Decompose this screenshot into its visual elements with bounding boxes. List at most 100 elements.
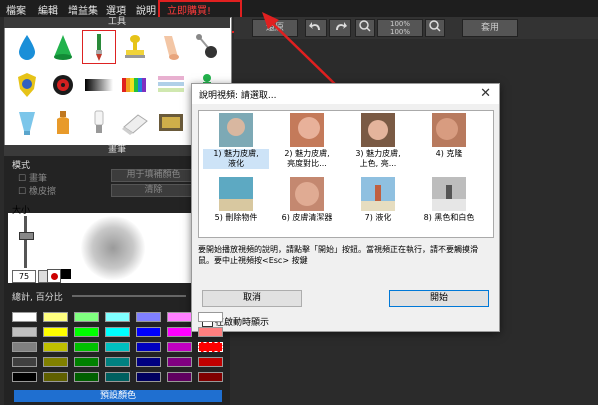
color-swatch[interactable] <box>74 312 99 322</box>
menu-file[interactable]: 檔案 <box>6 2 26 17</box>
zoom-level[interactable]: 100% 100% <box>377 19 423 37</box>
color-swatch[interactable] <box>136 312 161 322</box>
gradient-tool[interactable] <box>82 68 116 102</box>
start-button[interactable]: 開始 <box>389 290 489 307</box>
video-thumbnail <box>432 113 466 147</box>
video-item-6[interactable]: 6) 皮膚清潔器 <box>274 177 340 223</box>
color-swatch[interactable] <box>167 342 192 352</box>
drop-tool[interactable] <box>10 30 44 64</box>
color-swatch[interactable] <box>12 357 37 367</box>
video-label: 4) 克隆 <box>435 149 463 158</box>
eraser-tool[interactable] <box>118 106 152 140</box>
dotted-brush-button[interactable] <box>74 269 85 280</box>
smudge-tool[interactable] <box>154 30 188 64</box>
cup-tool[interactable] <box>10 106 44 140</box>
video-label: 1) 魅力皮膚, 液化 <box>203 149 269 169</box>
color-swatch[interactable] <box>12 327 37 337</box>
eye-icon <box>53 75 73 95</box>
color-swatch[interactable] <box>136 342 161 352</box>
color-swatch[interactable] <box>105 327 130 337</box>
stamp-tool[interactable] <box>118 30 152 64</box>
menu-bar: 檔案 編輯 增益集 選項 說明 <box>0 0 598 17</box>
texture-tool[interactable] <box>154 68 188 102</box>
apply-button[interactable]: 套用 <box>462 19 518 37</box>
cancel-button[interactable]: 取消 <box>202 290 302 307</box>
menu-plugins[interactable]: 增益集 <box>68 2 98 17</box>
undo-button[interactable] <box>305 19 327 37</box>
badge-tool[interactable] <box>10 68 44 102</box>
color-swatch[interactable] <box>74 357 99 367</box>
color-swatch[interactable] <box>12 342 37 352</box>
color-swatch[interactable] <box>12 312 37 322</box>
menu-edit[interactable]: 編輯 <box>38 2 58 17</box>
color-swatch[interactable] <box>43 357 68 367</box>
color-swatch[interactable] <box>105 312 130 322</box>
color-swatch[interactable] <box>105 342 130 352</box>
video-item-1[interactable]: 1) 魅力皮膚, 液化 <box>203 113 269 169</box>
menu-help[interactable]: 說明 <box>136 2 156 17</box>
color-swatch[interactable] <box>43 372 68 382</box>
video-label: 7) 液化 <box>364 213 392 222</box>
paint-option[interactable]: ☐ 畫筆 <box>18 171 47 184</box>
cone-tool[interactable] <box>46 30 80 64</box>
video-item-2[interactable]: 2) 魅力皮膚, 亮度對比... <box>274 113 340 169</box>
size-input[interactable]: 75 <box>12 270 36 283</box>
color-swatch[interactable] <box>74 327 99 337</box>
color-swatch[interactable] <box>198 312 223 322</box>
color-swatch[interactable] <box>198 357 223 367</box>
color-swatch[interactable] <box>167 327 192 337</box>
tv-tool[interactable] <box>154 106 188 140</box>
color-swatch[interactable] <box>43 312 68 322</box>
color-swatch[interactable] <box>198 342 223 352</box>
eraser-option[interactable]: ☐ 橡皮擦 <box>18 184 56 197</box>
color-swatch[interactable] <box>136 357 161 367</box>
zoom-out-button[interactable] <box>355 19 375 37</box>
color-swatch[interactable] <box>167 372 192 382</box>
square-brush-button[interactable] <box>61 269 71 279</box>
color-swatch[interactable] <box>136 327 161 337</box>
color-tool[interactable] <box>118 68 152 102</box>
zoom-in-button[interactable] <box>425 19 445 37</box>
bottle-tool[interactable] <box>46 106 80 140</box>
video-item-4[interactable]: 4) 克隆 <box>416 113 482 159</box>
restore-button[interactable]: 還原 <box>252 19 298 37</box>
bulb-tool[interactable] <box>82 106 116 140</box>
redo-button[interactable] <box>329 19 351 37</box>
red-eye-tool[interactable] <box>46 68 80 102</box>
close-icon[interactable]: ✕ <box>480 86 491 101</box>
color-swatch[interactable] <box>12 372 37 382</box>
video-item-3[interactable]: 3) 魅力皮膚, 上色, 亮... <box>345 113 411 169</box>
color-swatch[interactable] <box>43 327 68 337</box>
color-swatch[interactable] <box>105 357 130 367</box>
color-swatch[interactable] <box>198 372 223 382</box>
color-swatch[interactable] <box>43 342 68 352</box>
eraser-option-label: 橡皮擦 <box>28 187 56 197</box>
color-swatch[interactable] <box>136 372 161 382</box>
video-item-5[interactable]: 5) 刪除物件 <box>203 177 269 223</box>
brush-tool[interactable] <box>82 30 116 64</box>
video-item-8[interactable]: 8) 黑色和白色 <box>416 177 482 223</box>
clear-button[interactable]: 清除 <box>111 184 196 197</box>
video-thumbnail <box>361 177 395 211</box>
color-swatch[interactable] <box>167 357 192 367</box>
menu-options[interactable]: 選項 <box>106 2 126 17</box>
color-swatch[interactable] <box>105 372 130 382</box>
opacity-label: 總計, 百分比 <box>12 293 63 303</box>
video-item-7[interactable]: 7) 液化 <box>345 177 411 223</box>
round-brush-button[interactable] <box>47 269 61 283</box>
size-slider-track[interactable] <box>24 216 27 268</box>
color-swatch[interactable] <box>198 327 223 337</box>
magnifier-icon <box>429 20 441 32</box>
pin-tool[interactable] <box>190 30 224 64</box>
color-swatch[interactable] <box>167 312 192 322</box>
magnifier-icon <box>359 20 371 32</box>
color-swatch[interactable] <box>74 372 99 382</box>
size-slider-thumb[interactable] <box>19 232 34 240</box>
opacity-slider[interactable] <box>72 295 186 297</box>
bulb-icon <box>94 110 104 133</box>
video-label: 8) 黑色和白色 <box>423 213 475 222</box>
fill-all-button[interactable]: 用于填補顏色 <box>111 169 196 182</box>
buy-now-link[interactable]: 立即購買! <box>167 2 211 17</box>
color-swatch[interactable] <box>74 342 99 352</box>
preset-colors-button[interactable]: 預設顏色 <box>14 390 222 402</box>
